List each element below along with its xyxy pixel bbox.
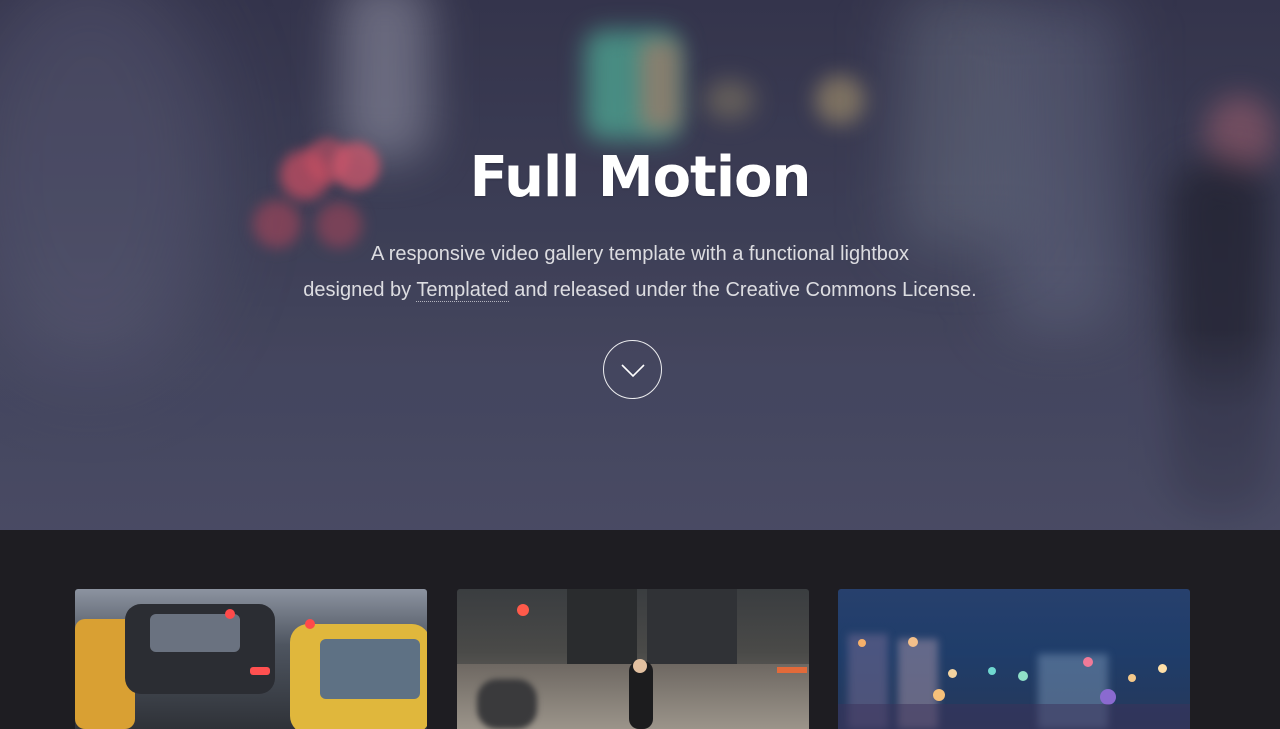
banner: Full Motion A responsive video gallery t… bbox=[0, 0, 1280, 530]
city-cyclist-image bbox=[457, 589, 809, 729]
chevron-down-icon bbox=[620, 363, 645, 377]
video-thumbnail-traffic[interactable] bbox=[75, 589, 427, 729]
page-title: Full Motion bbox=[469, 145, 812, 210]
video-thumbnail-cyclist[interactable] bbox=[457, 589, 809, 729]
video-gallery bbox=[0, 530, 1280, 729]
traffic-taxis-image bbox=[75, 589, 427, 729]
video-thumbnail-city-lights[interactable] bbox=[838, 589, 1190, 729]
banner-text-line1: A responsive video gallery template with… bbox=[370, 243, 910, 265]
banner-description: A responsive video gallery template with… bbox=[0, 236, 1280, 308]
banner-content: Full Motion A responsive video gallery t… bbox=[0, 0, 1280, 530]
scroll-down-button[interactable] bbox=[603, 340, 662, 399]
banner-text-prefix: designed by bbox=[303, 279, 417, 301]
banner-text-suffix: and released under the Creative Commons … bbox=[508, 279, 977, 301]
templated-link[interactable]: Templated bbox=[416, 279, 509, 302]
city-bokeh-night-image bbox=[838, 589, 1190, 729]
